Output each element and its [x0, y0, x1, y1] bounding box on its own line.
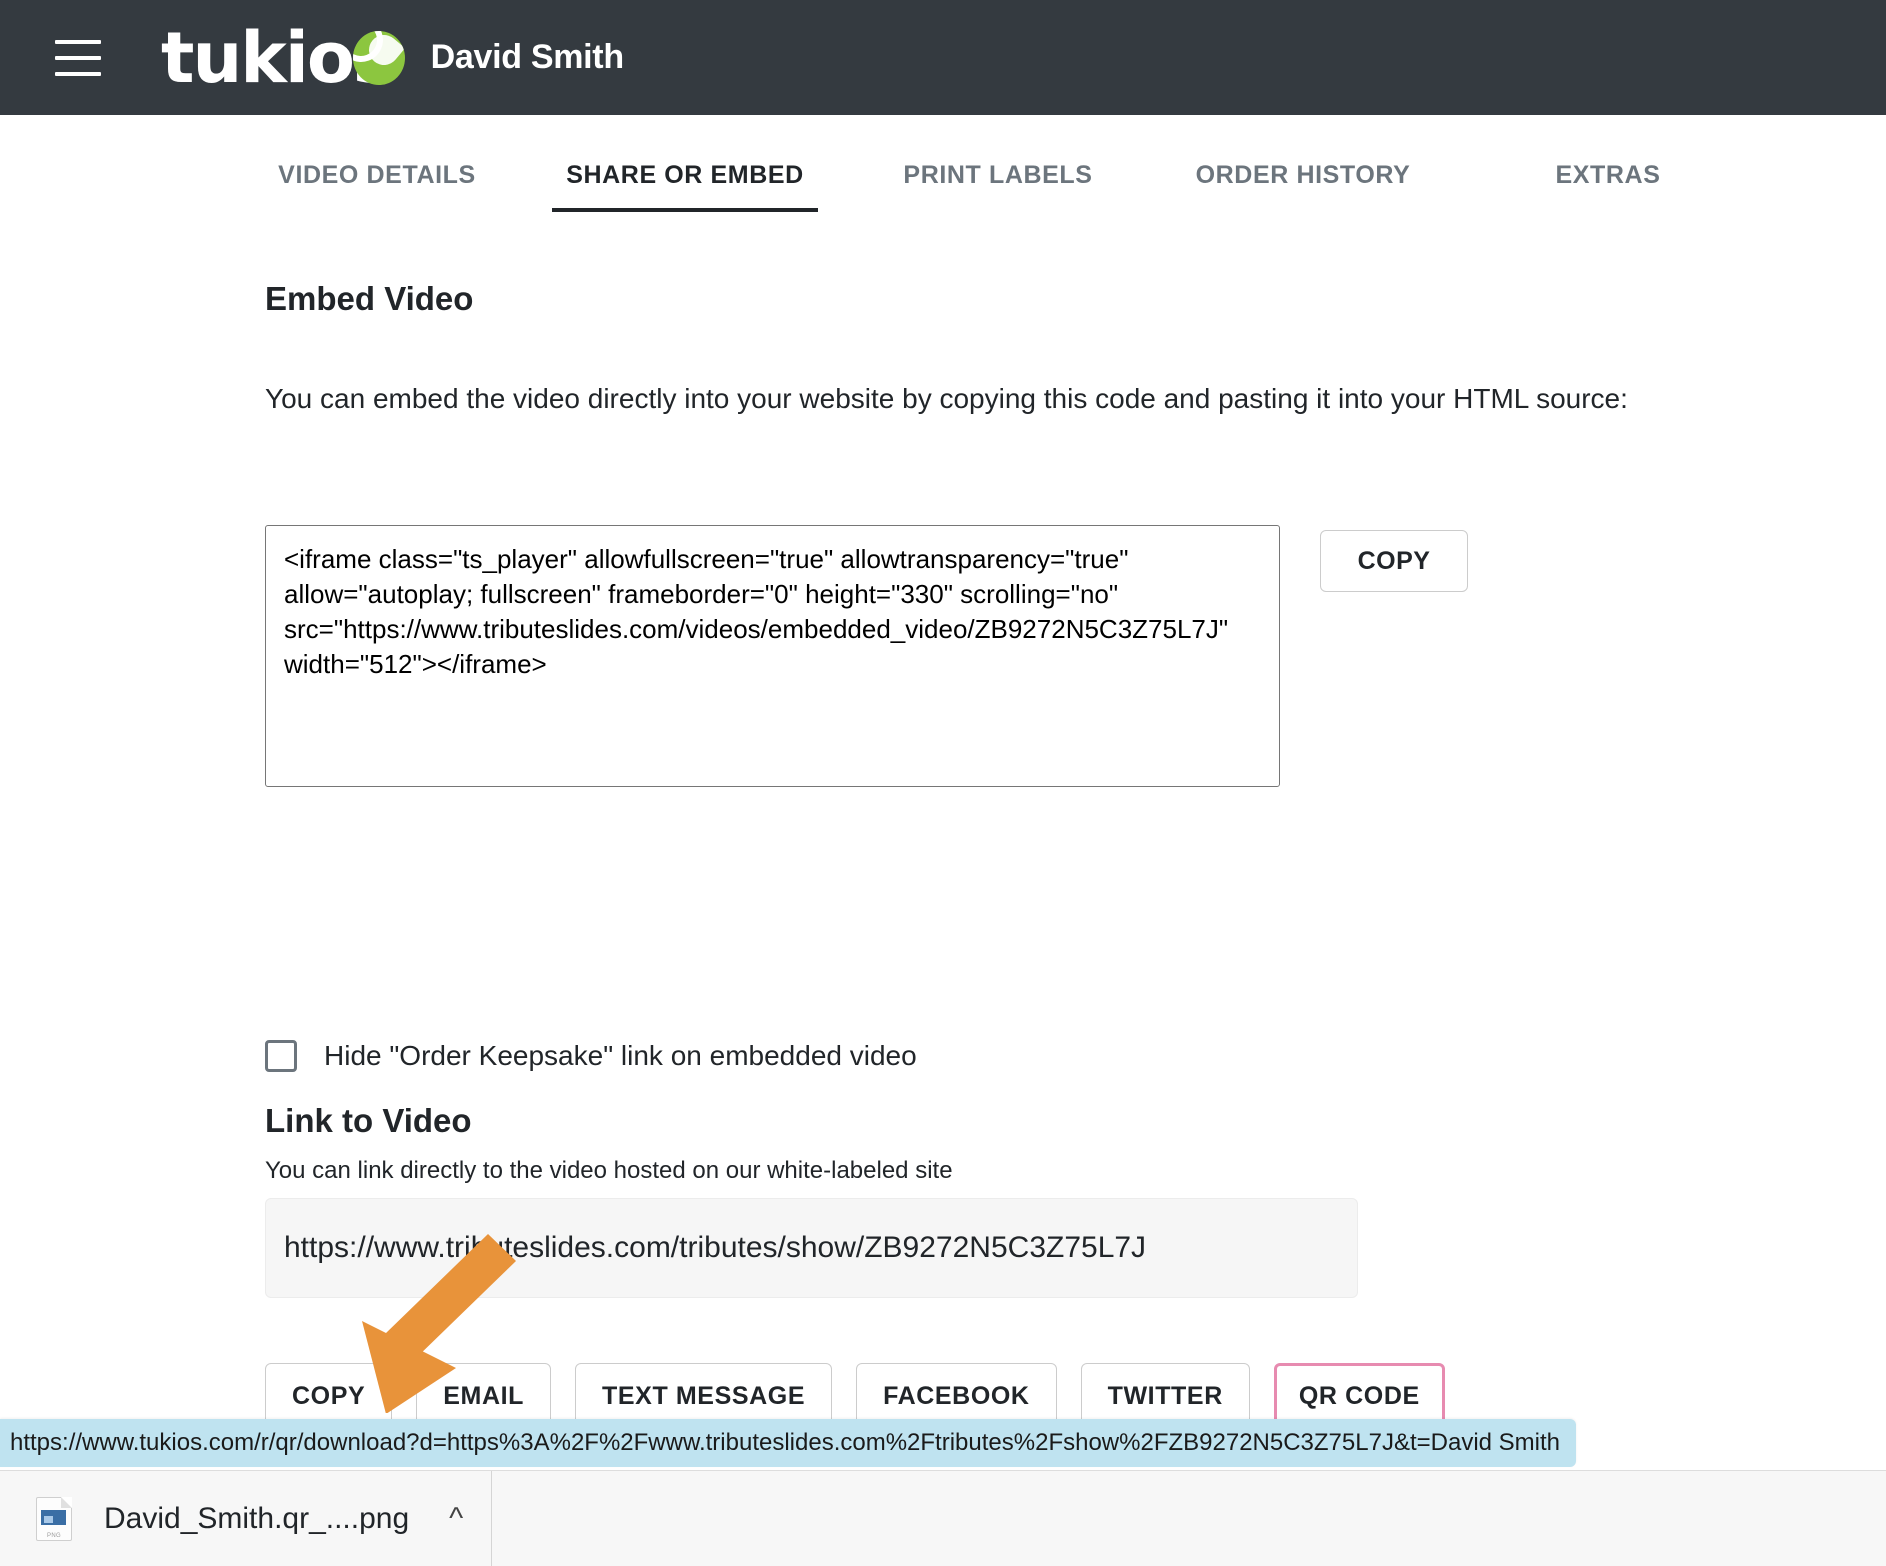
status-bar-url-text: https://www.tukios.com/r/qr/download?d=h…	[10, 1429, 1561, 1456]
copy-embed-code-button[interactable]: COPY	[1320, 530, 1468, 592]
page-title: David Smith	[430, 38, 624, 76]
embed-code-textarea[interactable]: <iframe class="ts_player" allowfullscree…	[265, 525, 1280, 787]
png-file-icon-type-label: PNG	[47, 1532, 61, 1539]
app-header: tukios David Smith	[0, 0, 1886, 115]
hide-keepsake-row[interactable]: Hide "Order Keepsake" link on embedded v…	[265, 1040, 917, 1072]
download-item[interactable]: PNG David_Smith.qr_....png ^	[0, 1471, 493, 1566]
video-link-field[interactable]: https://www.tributeslides.com/tributes/s…	[265, 1198, 1358, 1298]
tab-bar: VIDEO DETAILS SHARE OR EMBED PRINT LABEL…	[0, 145, 1886, 230]
hamburger-menu-icon[interactable]	[55, 39, 101, 76]
hamburger-bar	[55, 71, 101, 76]
logo-aperture-icon	[353, 30, 405, 85]
video-link-value: https://www.tributeslides.com/tributes/s…	[284, 1231, 1147, 1264]
hide-keepsake-label: Hide "Order Keepsake" link on embedded v…	[324, 1040, 917, 1071]
chevron-up-icon[interactable]: ^	[449, 1503, 463, 1534]
png-file-icon-thumbnail	[41, 1509, 66, 1525]
link-to-video-heading: Link to Video	[265, 1102, 472, 1139]
hide-keepsake-checkbox[interactable]	[265, 1040, 297, 1072]
download-file-name: David_Smith.qr_....png	[104, 1501, 410, 1535]
tab-share-or-embed[interactable]: SHARE OR EMBED	[552, 145, 818, 212]
png-file-icon: PNG	[36, 1496, 72, 1541]
tab-order-history[interactable]: ORDER HISTORY	[1173, 145, 1433, 212]
status-bar-url: https://www.tukios.com/r/qr/download?d=h…	[0, 1419, 1577, 1467]
embed-video-description: You can embed the video directly into yo…	[265, 383, 1628, 414]
hamburger-bar	[55, 39, 101, 44]
link-to-video-description: You can link directly to the video hoste…	[265, 1157, 953, 1184]
tukios-logo[interactable]: tukios	[161, 18, 405, 98]
tab-video-details[interactable]: VIDEO DETAILS	[232, 145, 522, 212]
tab-extras[interactable]: EXTRAS	[1503, 145, 1713, 212]
embed-code-row: <iframe class="ts_player" allowfullscree…	[265, 525, 1468, 787]
embed-video-heading: Embed Video	[265, 280, 474, 317]
tab-print-labels[interactable]: PRINT LABELS	[873, 145, 1123, 212]
download-bar: PNG David_Smith.qr_....png ^	[0, 1470, 1886, 1566]
hamburger-bar	[55, 55, 101, 60]
